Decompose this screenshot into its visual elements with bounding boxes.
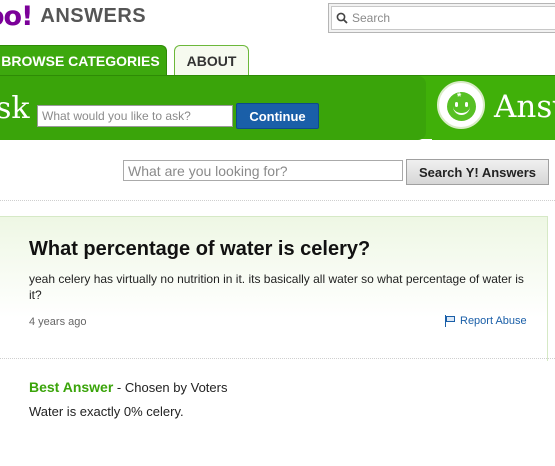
answers-logo-text: ANSWERS (40, 4, 147, 27)
continue-button[interactable]: Continue (236, 103, 319, 129)
top-search-box (328, 3, 555, 33)
top-search-input[interactable] (352, 11, 532, 25)
question-card: What percentage of water is celery? yeah… (0, 216, 548, 361)
tab-about[interactable]: ABOUT (174, 45, 249, 76)
divider (0, 358, 555, 359)
question-timestamp: 4 years ago (29, 316, 87, 328)
ask-heading: sk (0, 91, 30, 126)
top-search-field-wrap (331, 6, 555, 30)
best-answer-title: Best Answer (29, 379, 114, 395)
smiley-face: * (447, 91, 476, 121)
best-answer-heading: Best Answer - Chosen by Voters (29, 379, 227, 395)
search-answers-button[interactable]: Search Y! Answers (406, 159, 549, 185)
ask-question-input[interactable] (37, 105, 233, 127)
answers-brand-panel: * Answ (432, 76, 555, 140)
report-abuse-label: Report Abuse (460, 315, 527, 327)
tab-browse-categories[interactable]: BROWSE CATEGORIES (0, 45, 167, 76)
answers-brand-text: Answ (494, 89, 555, 125)
star-icon: * (457, 91, 462, 103)
yahoo-logo-text: oo! (0, 0, 33, 32)
report-abuse-link[interactable]: Report Abuse (444, 315, 527, 327)
best-answer-text: Water is exactly 0% celery. (29, 404, 184, 419)
smile-mouth (453, 106, 470, 115)
question-title: What percentage of water is celery? (29, 238, 371, 260)
flag-icon (444, 315, 456, 327)
search-icon (336, 12, 348, 24)
ask-bar: sk Continue * Answ (0, 75, 555, 140)
divider (0, 200, 555, 201)
chosen-by-label: - Chosen by Voters (113, 380, 228, 395)
smiley-icon: * (437, 81, 485, 129)
answers-search-input[interactable] (123, 160, 403, 181)
ask-panel: sk Continue (0, 76, 426, 140)
question-body: yeah celery has virtually no nutrition i… (29, 272, 524, 302)
yahoo-answers-logo[interactable]: oo! ANSWERS (0, 0, 147, 32)
